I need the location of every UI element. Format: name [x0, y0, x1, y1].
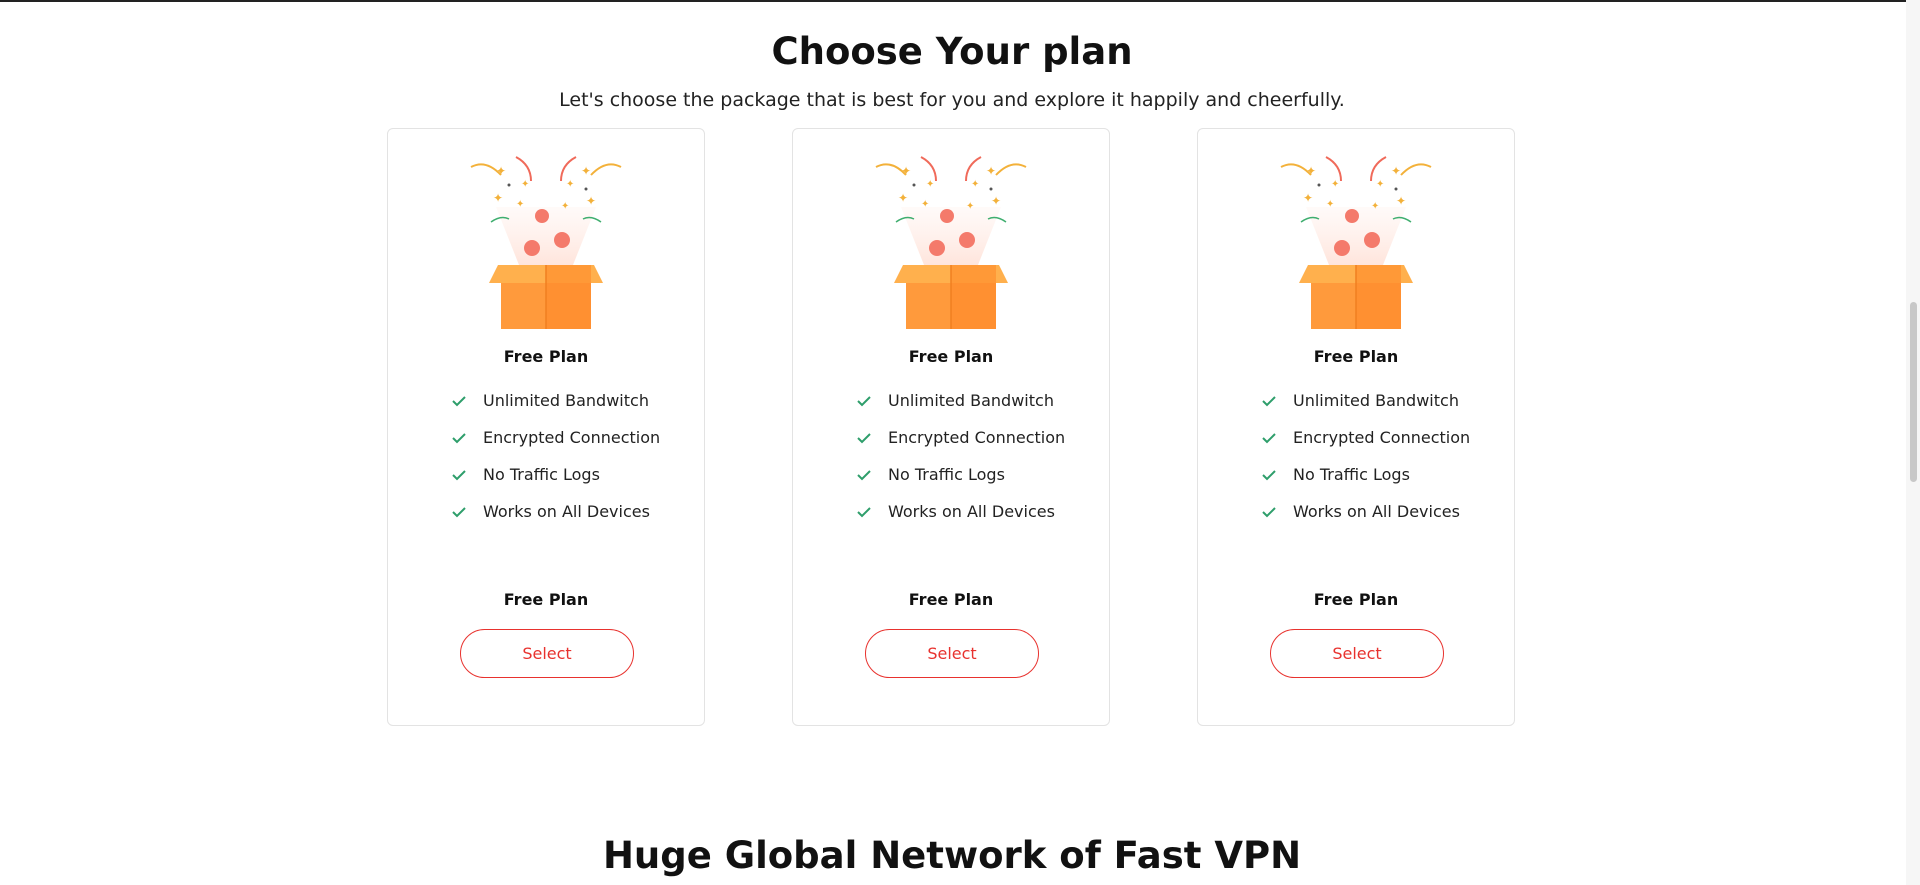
page-scrollbar[interactable] [1906, 0, 1920, 885]
feature-item: No Traffic Logs [451, 465, 660, 502]
feature-label: No Traffic Logs [1293, 465, 1410, 484]
svg-text:✦: ✦ [901, 164, 911, 178]
svg-text:✦: ✦ [1331, 179, 1339, 190]
feature-label: Unlimited Bandwitch [1293, 391, 1459, 410]
feature-list: Unlimited Bandwitch Encrypted Connection… [856, 391, 1065, 539]
network-section-title: Huge Global Network of Fast VPN [602, 834, 1302, 877]
feature-label: Unlimited Bandwitch [888, 391, 1054, 410]
svg-text:✦: ✦ [516, 199, 524, 210]
check-icon [1262, 507, 1276, 518]
plan-name: Free Plan [908, 347, 994, 366]
svg-text:✦: ✦ [1391, 164, 1401, 178]
feature-label: Works on All Devices [483, 502, 650, 521]
plan-card-3: ✦ ✦ ✦ ✦ ✦ ✦ ✦ ✦ Free Plan Unlimited Band… [1197, 128, 1515, 726]
svg-text:✦: ✦ [921, 199, 929, 210]
check-icon [1262, 470, 1276, 481]
feature-label: Unlimited Bandwitch [483, 391, 649, 410]
feature-label: Works on All Devices [888, 502, 1055, 521]
gift-box-illustration: ✦ ✦ ✦ ✦ ✦ ✦ ✦ ✦ [1280, 156, 1432, 329]
feature-item: Unlimited Bandwitch [1261, 391, 1470, 428]
svg-text:✦: ✦ [991, 194, 1001, 208]
svg-text:✦: ✦ [496, 164, 506, 178]
check-icon [1262, 396, 1276, 407]
check-icon [1262, 433, 1276, 444]
plan-card-1: ✦ ✦ ✦ ✦ ✦ ✦ ✦ ✦ Free Plan Unlimited Band… [387, 128, 705, 726]
svg-text:✦: ✦ [898, 191, 908, 205]
feature-label: Encrypted Connection [1293, 428, 1471, 447]
feature-item: No Traffic Logs [856, 465, 1065, 502]
svg-text:✦: ✦ [1326, 199, 1334, 210]
svg-text:✦: ✦ [586, 194, 596, 208]
plan-price-label: Free Plan [503, 590, 589, 609]
feature-label: No Traffic Logs [483, 465, 600, 484]
feature-label: No Traffic Logs [888, 465, 1005, 484]
select-plan-button[interactable]: Select [865, 629, 1039, 678]
check-icon [857, 470, 871, 481]
check-icon [452, 433, 466, 444]
pricing-title: Choose Your plan [771, 30, 1133, 73]
svg-text:✦: ✦ [1376, 179, 1384, 190]
check-icon [857, 433, 871, 444]
svg-text:✦: ✦ [986, 164, 996, 178]
feature-label: Works on All Devices [1293, 502, 1460, 521]
feature-item: No Traffic Logs [1261, 465, 1470, 502]
check-icon [452, 470, 466, 481]
feature-item: Works on All Devices [451, 502, 660, 539]
feature-item: Encrypted Connection [451, 428, 660, 465]
feature-item: Unlimited Bandwitch [451, 391, 660, 428]
page: Choose Your plan Let's choose the packag… [0, 0, 1904, 885]
pricing-subtitle: Let's choose the package that is best fo… [559, 89, 1345, 111]
feature-item: Works on All Devices [856, 502, 1065, 539]
svg-text:✦: ✦ [566, 179, 574, 190]
select-plan-button[interactable]: Select [1270, 629, 1444, 678]
feature-item: Unlimited Bandwitch [856, 391, 1065, 428]
svg-text:✦: ✦ [1303, 191, 1313, 205]
check-icon [857, 396, 871, 407]
svg-text:✦: ✦ [1306, 164, 1316, 178]
plan-price-label: Free Plan [1313, 590, 1399, 609]
plan-name: Free Plan [1313, 347, 1399, 366]
check-icon [452, 396, 466, 407]
feature-list: Unlimited Bandwitch Encrypted Connection… [451, 391, 660, 539]
feature-item: Encrypted Connection [856, 428, 1065, 465]
svg-text:✦: ✦ [1396, 194, 1406, 208]
plan-name: Free Plan [503, 347, 589, 366]
gift-box-illustration: ✦ ✦ ✦ ✦ ✦ ✦ ✦ ✦ [470, 156, 622, 329]
check-icon [857, 507, 871, 518]
select-plan-button[interactable]: Select [460, 629, 634, 678]
plan-price-label: Free Plan [908, 590, 994, 609]
feature-label: Encrypted Connection [483, 428, 661, 447]
feature-label: Encrypted Connection [888, 428, 1066, 447]
gift-box-illustration: ✦ ✦ ✦ ✦ ✦ ✦ ✦ ✦ [875, 156, 1027, 329]
feature-item: Works on All Devices [1261, 502, 1470, 539]
feature-list: Unlimited Bandwitch Encrypted Connection… [1261, 391, 1470, 539]
svg-text:✦: ✦ [581, 164, 591, 178]
scrollbar-thumb[interactable] [1910, 302, 1917, 482]
plan-card-2: ✦ ✦ ✦ ✦ ✦ ✦ ✦ ✦ Free Plan Unlimited Band… [792, 128, 1110, 726]
svg-text:✦: ✦ [971, 179, 979, 190]
svg-text:✦: ✦ [521, 179, 529, 190]
check-icon [452, 507, 466, 518]
svg-text:✦: ✦ [926, 179, 934, 190]
svg-text:✦: ✦ [1371, 201, 1379, 212]
svg-text:✦: ✦ [561, 201, 569, 212]
svg-text:✦: ✦ [493, 191, 503, 205]
svg-text:✦: ✦ [966, 201, 974, 212]
feature-item: Encrypted Connection [1261, 428, 1470, 465]
